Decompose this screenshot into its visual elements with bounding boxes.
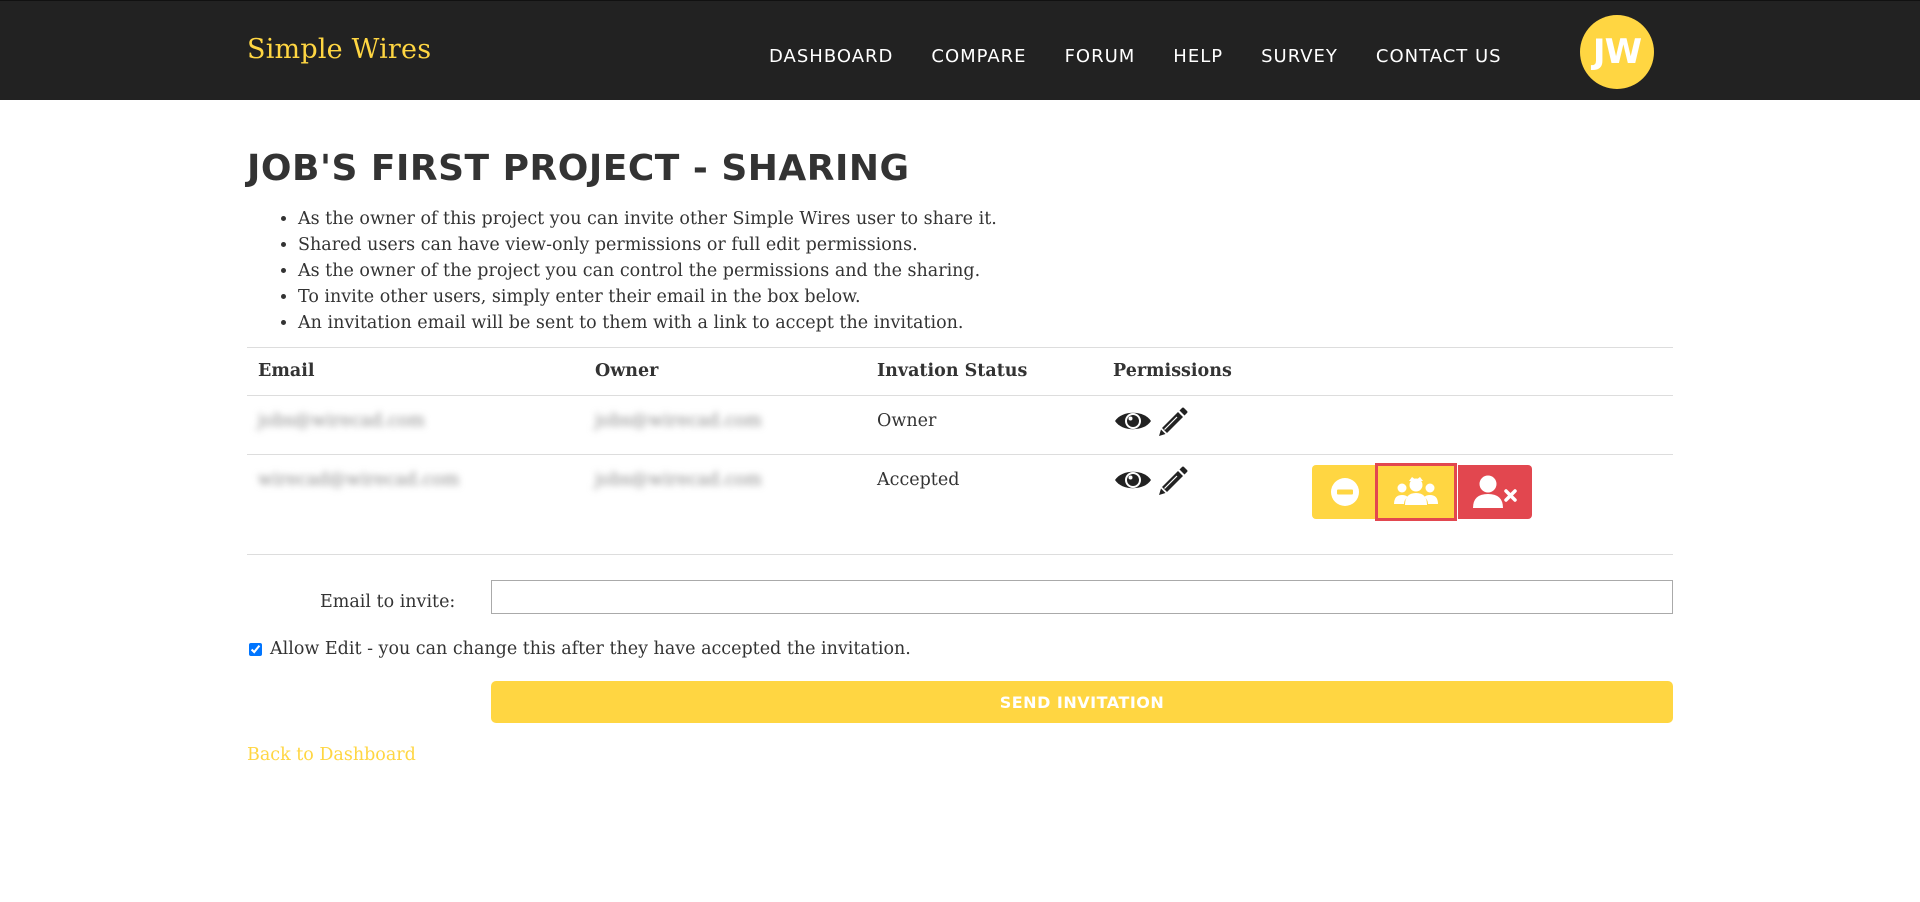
pencil-icon: [1159, 407, 1188, 436]
nav-forum[interactable]: FORUM: [1065, 46, 1136, 67]
row-permissions: [1113, 466, 1190, 497]
pencil-icon[interactable]: [1156, 463, 1190, 497]
instruction-item: As the owner of the project you can cont…: [298, 258, 997, 284]
users-group-icon: [1394, 477, 1438, 505]
minus-circle-icon: [1330, 478, 1359, 506]
invite-email-input[interactable]: [491, 580, 1673, 614]
revoke-button[interactable]: [1312, 465, 1377, 519]
row-status: Owner: [877, 411, 937, 431]
invite-email-label: Email to invite:: [320, 592, 456, 612]
eye-icon: [1115, 412, 1151, 430]
col-header-email: Email: [258, 361, 315, 381]
col-header-status: Invation Status: [877, 361, 1028, 381]
nav-compare[interactable]: COMPARE: [931, 46, 1026, 67]
table-row: jobs@wirecad.com jobs@wirecad.com Owner: [247, 395, 1673, 454]
nav-survey[interactable]: SURVEY: [1261, 46, 1338, 67]
user-remove-icon: [1473, 475, 1517, 508]
brand-logo-link[interactable]: Simple Wires: [247, 34, 431, 65]
table-row: wirecad@wirecad.com jobs@wirecad.com Acc…: [247, 454, 1673, 555]
nav-help[interactable]: HELP: [1173, 46, 1223, 67]
eye-icon[interactable]: [1113, 466, 1153, 494]
col-header-permissions: Permissions: [1113, 361, 1232, 381]
row-owner: jobs@wirecad.com: [595, 411, 762, 431]
nav-contact-us[interactable]: CONTACT US: [1376, 46, 1502, 67]
nav-dashboard[interactable]: DASHBOARD: [769, 46, 893, 67]
page-title: JOB'S FIRST PROJECT - SHARING: [247, 148, 910, 189]
top-navbar: Simple Wires DASHBOARD COMPARE FORUM HEL…: [0, 0, 1920, 100]
instruction-item: As the owner of this project you can inv…: [298, 206, 997, 232]
instruction-item: To invite other users, simply enter thei…: [298, 284, 997, 310]
sharing-table: Email Owner Invation Status Permissions …: [247, 347, 1673, 555]
row-status: Accepted: [877, 470, 960, 490]
transfer-ownership-button[interactable]: [1375, 463, 1457, 521]
back-to-dashboard-link[interactable]: Back to Dashboard: [247, 745, 416, 765]
instruction-item: Shared users can have view-only permissi…: [298, 232, 997, 258]
row-email: wirecad@wirecad.com: [258, 470, 460, 490]
col-header-owner: Owner: [595, 361, 659, 381]
allow-edit-label: Allow Edit - you can change this after t…: [270, 639, 911, 659]
user-avatar[interactable]: JW: [1580, 15, 1654, 89]
remove-user-button[interactable]: [1458, 465, 1532, 519]
instructions-list: As the owner of this project you can inv…: [298, 206, 997, 336]
row-email: jobs@wirecad.com: [258, 411, 425, 431]
row-actions: [1312, 463, 1532, 521]
send-invitation-button[interactable]: SEND INVITATION: [491, 681, 1673, 723]
allow-edit-checkbox[interactable]: [249, 642, 262, 656]
allow-edit-row: Allow Edit - you can change this after t…: [249, 639, 911, 659]
instruction-item: An invitation email will be sent to them…: [298, 310, 997, 336]
main-nav: DASHBOARD COMPARE FORUM HELP SURVEY CONT…: [769, 46, 1540, 67]
table-header-row: Email Owner Invation Status Permissions: [247, 347, 1673, 395]
row-owner: jobs@wirecad.com: [595, 470, 762, 490]
row-permissions: [1113, 407, 1190, 438]
